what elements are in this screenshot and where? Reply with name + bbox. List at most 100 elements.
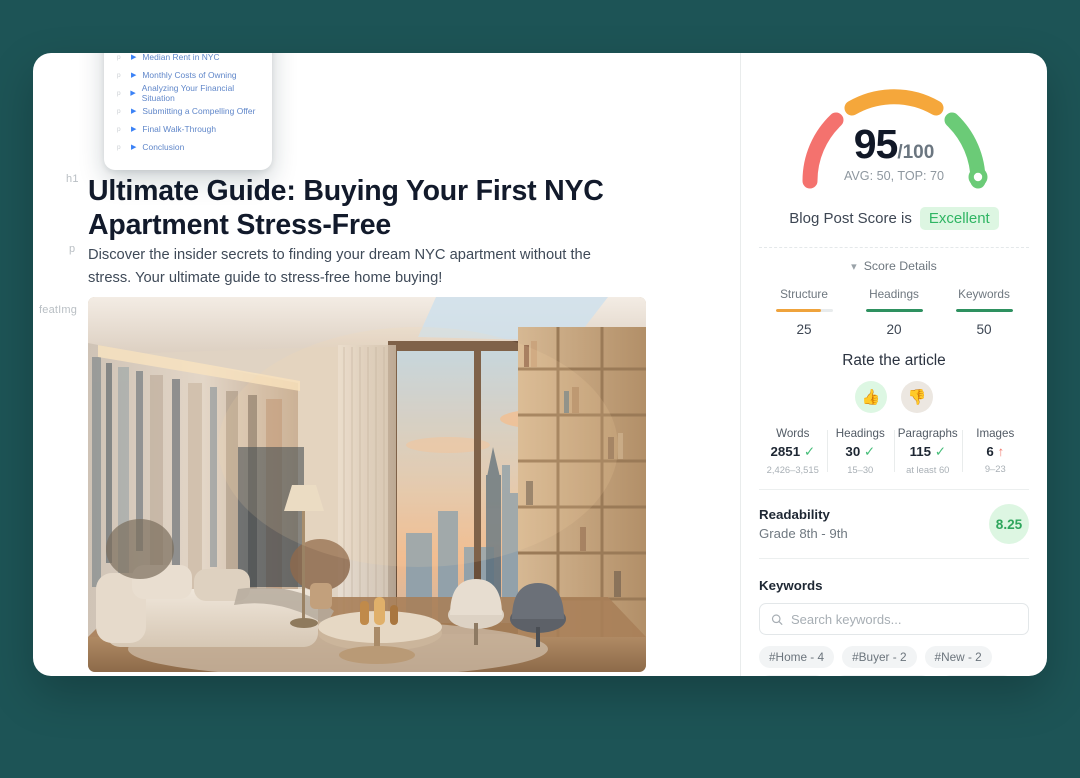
metric-progress-fill bbox=[775, 309, 822, 313]
gutter-tag-h1: h1 bbox=[66, 173, 79, 185]
play-triangle-icon: ▶ bbox=[131, 53, 137, 61]
check-icon: ✓ bbox=[934, 444, 946, 460]
thumbs-up-icon[interactable]: 👍 bbox=[855, 381, 887, 414]
metric-bars: Structure 25 Headings 20 Keywords 50 bbox=[759, 287, 1029, 337]
play-triangle-icon: ▶ bbox=[131, 107, 137, 115]
gutter-tag-featimg: featImg bbox=[39, 304, 78, 316]
toc-item[interactable]: p ▶ Conclusion bbox=[117, 138, 259, 156]
divider bbox=[759, 489, 1029, 491]
arrow-up-icon: ↑ bbox=[997, 444, 1005, 460]
keyword-search-box[interactable] bbox=[759, 603, 1029, 636]
toc-item-label: Final Walk-Through bbox=[142, 124, 217, 134]
stat-value-wrap: 2851 ✓ bbox=[759, 444, 827, 460]
featured-image[interactable] bbox=[88, 297, 646, 672]
stat-range: 2,426–3,515 bbox=[766, 464, 819, 476]
keyword-tag[interactable]: #Apartment - 4 bbox=[833, 675, 932, 676]
metric-label: Headings bbox=[869, 287, 919, 301]
score-denominator: /100 bbox=[897, 142, 935, 163]
toc-item-label: Monthly Costs of Owning bbox=[142, 70, 237, 80]
toc-item[interactable]: p ▶ Analyzing Your Financial Situation bbox=[117, 83, 259, 103]
score-details-toggle[interactable]: ▾ Score Details bbox=[759, 259, 1029, 273]
article-stats: Words 2851 ✓ 2,426–3,515 Headings 30 ✓ 1… bbox=[759, 427, 1029, 475]
keywords-title: Keywords bbox=[759, 578, 823, 594]
page-title: Ultimate Guide: Buying Your First NYC Ap… bbox=[88, 175, 604, 241]
metric-progress-fill bbox=[955, 309, 1013, 313]
metric-value: 25 bbox=[796, 322, 812, 338]
toc-item-gutter-tag: p bbox=[117, 125, 121, 133]
stat-value: 115 bbox=[909, 444, 932, 460]
readability-grade: Grade 8th - 9th bbox=[759, 526, 848, 542]
stat-label: Images bbox=[976, 427, 1015, 441]
keyword-tag[interactable]: #Buyer - 2 bbox=[842, 646, 917, 669]
readability-section: Readability Grade 8th - 9th 8.25 bbox=[759, 504, 1029, 545]
score-verdict-label: Blog Post Score is bbox=[789, 210, 912, 227]
keyword-tag[interactable]: #Down - 2 bbox=[939, 675, 1014, 676]
app-root: h1 Ultimate Guide: Buying Your First NYC… bbox=[0, 0, 1080, 778]
stat-value-wrap: 6 ↑ bbox=[962, 444, 1030, 459]
readability-text: Readability Grade 8th - 9th bbox=[759, 507, 848, 541]
toc-item-label: Analyzing Your Financial Situation bbox=[141, 83, 235, 103]
metric-value: 20 bbox=[886, 322, 902, 338]
check-icon: ✓ bbox=[803, 444, 815, 460]
stat-headings: Headings 30 ✓ 15–30 bbox=[826, 427, 895, 476]
toc-item[interactable]: p ▶ Monthly Costs of Owning bbox=[117, 66, 259, 84]
rate-article-buttons: 👍 👎 bbox=[759, 381, 1029, 414]
play-triangle-icon: ▶ bbox=[130, 89, 136, 97]
score-gauge: 95/100 AVG: 50, TOP: 70 bbox=[794, 77, 994, 189]
toc-item-label: Median Rent in NYC bbox=[142, 53, 220, 62]
stat-range: 15–30 bbox=[847, 464, 874, 476]
stat-paragraphs: Paragraphs 115 ✓ at least 60 bbox=[894, 427, 962, 475]
score-details-label: Score Details bbox=[863, 259, 937, 273]
stat-value: 30 bbox=[845, 444, 861, 460]
article-description: Discover the insider secrets to finding … bbox=[88, 247, 591, 286]
metric-progress-track bbox=[775, 309, 833, 313]
stat-label: Headings bbox=[835, 427, 885, 441]
thumbs-down-icon[interactable]: 👎 bbox=[901, 381, 933, 414]
toc-item[interactable]: p ▶ Submitting a Compelling Offer bbox=[117, 102, 259, 120]
stat-label: Paragraphs bbox=[897, 427, 958, 441]
readability-title: Readability bbox=[759, 507, 830, 523]
toc-item-gutter-tag: p bbox=[117, 89, 121, 97]
chevron-down-icon: ▾ bbox=[851, 260, 857, 273]
stat-value: 6 bbox=[986, 444, 994, 460]
metric-headings[interactable]: Headings 20 bbox=[849, 287, 939, 337]
stat-value: 2851 bbox=[770, 444, 801, 460]
metric-keywords[interactable]: Keywords 50 bbox=[939, 287, 1029, 337]
keyword-tag[interactable]: #New - 2 bbox=[924, 646, 992, 669]
stat-value-wrap: 115 ✓ bbox=[894, 444, 962, 460]
score-benchmarks: AVG: 50, TOP: 70 bbox=[843, 169, 945, 183]
score-value: 95 bbox=[853, 121, 899, 167]
metric-progress-track bbox=[865, 309, 923, 313]
stat-value-wrap: 30 ✓ bbox=[827, 444, 895, 460]
apartment-interior-illustration bbox=[88, 297, 646, 672]
stat-words: Words 2851 ✓ 2,426–3,515 bbox=[759, 427, 827, 475]
metric-label: Structure bbox=[780, 287, 828, 301]
keyword-tag-list: #Home - 4 #Buyer - 2 #New - 2 #York - 2 … bbox=[759, 646, 1029, 676]
article-preview-pane: h1 Ultimate Guide: Buying Your First NYC… bbox=[33, 53, 740, 676]
stat-label: Words bbox=[776, 427, 810, 441]
toc-item[interactable]: p ▶ Final Walk-Through bbox=[117, 120, 259, 138]
metric-structure[interactable]: Structure 25 bbox=[759, 287, 849, 337]
search-input[interactable] bbox=[790, 611, 1017, 627]
gutter-tag-p: p bbox=[69, 243, 76, 255]
content-analysis-card: h1 Ultimate Guide: Buying Your First NYC… bbox=[33, 53, 1047, 676]
table-of-contents-panel: h2 Table of Contents p ▶ Median Rent in … bbox=[104, 53, 272, 170]
seo-score-panel: 95/100 AVG: 50, TOP: 70 Blog Post Score … bbox=[741, 53, 1047, 676]
toc-item-gutter-tag: p bbox=[117, 143, 121, 151]
toc-item-label: Submitting a Compelling Offer bbox=[142, 106, 256, 116]
metric-progress-fill bbox=[865, 309, 923, 313]
stat-range: at least 60 bbox=[906, 464, 950, 476]
divider bbox=[759, 558, 1029, 560]
gauge-score-readout: 95/100 bbox=[794, 121, 994, 168]
score-verdict: Blog Post Score is Excellent bbox=[759, 207, 1029, 230]
keyword-tag[interactable]: #York - 2 bbox=[759, 675, 826, 676]
metric-progress-track bbox=[955, 309, 1013, 313]
toc-item-gutter-tag: p bbox=[117, 71, 121, 79]
toc-item[interactable]: p ▶ Median Rent in NYC bbox=[117, 53, 259, 66]
stat-images: Images 6 ↑ 9–23 bbox=[961, 427, 1030, 475]
metric-label: Keywords bbox=[958, 287, 1010, 301]
keyword-tag[interactable]: #Home - 4 bbox=[759, 646, 835, 669]
toc-item-gutter-tag: p bbox=[117, 53, 121, 61]
toc-item-label: Conclusion bbox=[142, 142, 185, 152]
toc-item-gutter-tag: p bbox=[117, 107, 121, 115]
